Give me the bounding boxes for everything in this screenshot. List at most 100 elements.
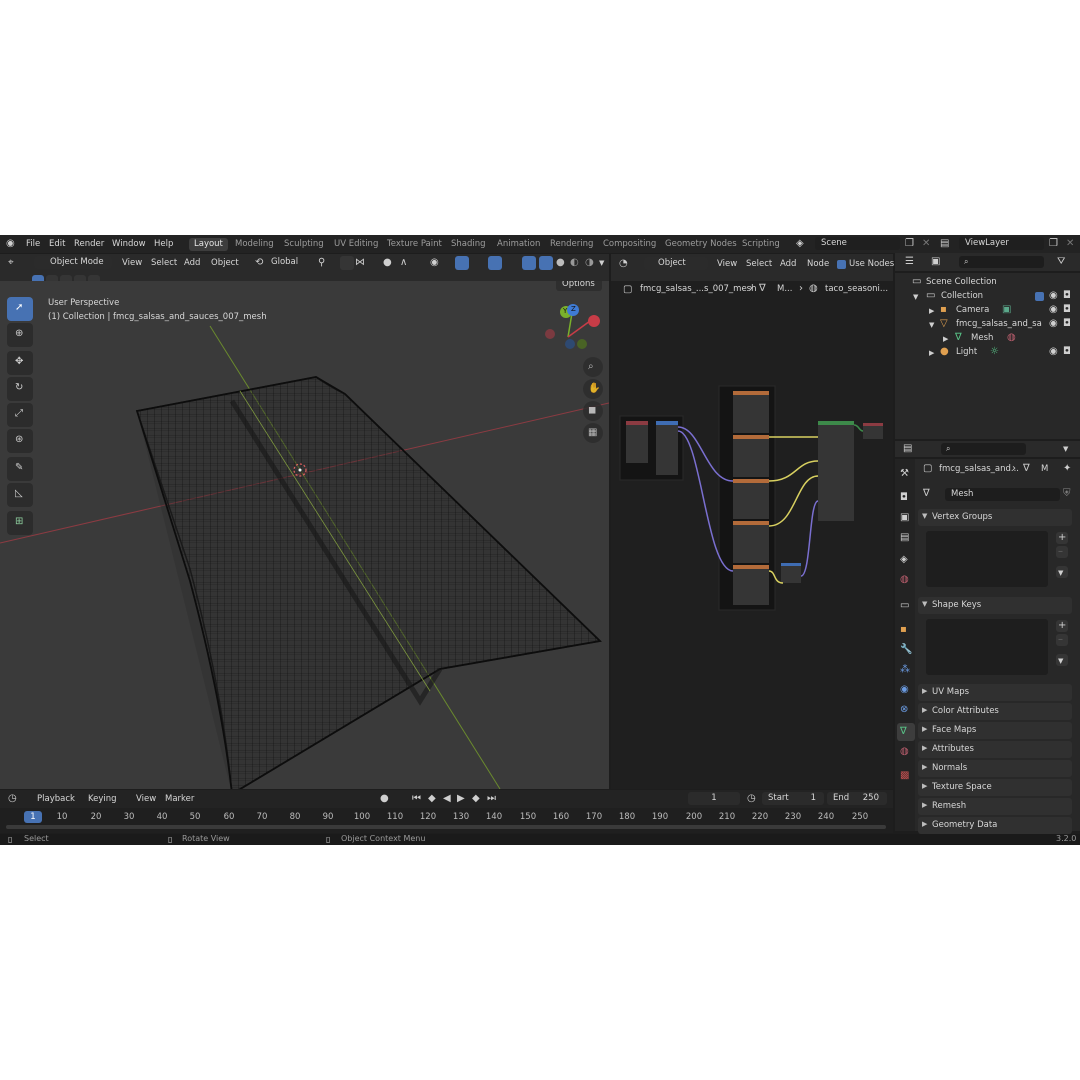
menu-file[interactable]: File (26, 239, 40, 249)
play-icon[interactable]: ▶ (457, 794, 465, 804)
delete-view-layer-icon[interactable]: ✕ (1066, 239, 1074, 249)
select-box-tool[interactable]: ➚ (7, 297, 33, 321)
pin-icon[interactable]: ▢ (623, 285, 632, 295)
blender-logo-icon[interactable]: ◉ (6, 239, 15, 249)
outliner-item-camera[interactable]: Camera (956, 305, 989, 315)
scene-collection-label[interactable]: Scene Collection (926, 277, 997, 287)
add-cube-tool[interactable]: ⊞ (7, 511, 33, 535)
delete-scene-icon[interactable]: ✕ (922, 239, 930, 249)
add-vertex-group-button[interactable]: + (1056, 532, 1068, 544)
panel-vertex-groups[interactable]: ▼ Vertex Groups (918, 509, 1072, 526)
play-reverse-icon[interactable]: ◀ (443, 794, 451, 804)
node-menu-select[interactable]: Select (746, 259, 772, 269)
expand-arrow-icon[interactable]: ▶ (943, 334, 948, 344)
editor-type-icon[interactable]: ⌖ (8, 258, 14, 268)
render-camera-icon[interactable]: ◘ (1063, 291, 1071, 301)
menu-window[interactable]: Window (112, 239, 146, 249)
outliner-item-mesh-object[interactable]: fmcg_salsas_and_sa (956, 319, 1042, 329)
vertex-group-menu-button[interactable]: ▼ (1056, 566, 1068, 578)
visibility-icon[interactable]: ◉ (430, 258, 439, 268)
menu-render[interactable]: Render (74, 239, 104, 249)
timeline-menu-marker[interactable]: Marker (165, 794, 194, 804)
options-dropdown[interactable]: Options (556, 281, 602, 291)
tab-sculpting[interactable]: Sculpting (279, 238, 329, 251)
falloff-icon[interactable]: ∧ (400, 258, 407, 268)
next-keyframe-icon[interactable]: ◆ (472, 794, 480, 804)
constraints-tab-icon[interactable]: ⊗ (900, 705, 908, 715)
move-tool[interactable]: ✥ (7, 351, 33, 375)
tab-texture-paint[interactable]: Texture Paint (382, 238, 447, 251)
node-object-dropdown[interactable]: Object (644, 257, 708, 270)
xray-toggle[interactable] (522, 256, 536, 270)
node-menu-node[interactable]: Node (807, 259, 829, 269)
remove-shape-key-button[interactable]: – (1056, 634, 1068, 646)
material-tab-icon[interactable]: ◍ (900, 747, 909, 757)
node-editor-type-icon[interactable]: ◔ (619, 259, 628, 269)
cursor-tool[interactable]: ⊕ (7, 323, 33, 347)
scale-tool[interactable]: ⤢ (7, 403, 33, 427)
panel-uv-maps[interactable]: ▶ UV Maps (918, 684, 1072, 701)
jump-start-icon[interactable]: ⏮ (412, 794, 421, 804)
jump-end-icon[interactable]: ⏭ (487, 794, 496, 804)
scene-field[interactable]: Scene (815, 237, 900, 250)
timeline-scrollbar[interactable] (6, 825, 886, 829)
tab-uv-editing[interactable]: UV Editing (329, 238, 383, 251)
new-scene-icon[interactable]: ❐ (905, 239, 914, 249)
timeline-menu-view[interactable]: View (136, 794, 156, 804)
panel-geometry-data[interactable]: ▶ Geometry Data (918, 817, 1072, 834)
annotate-tool[interactable]: ✎ (7, 457, 33, 481)
pivot-icon[interactable]: ⚲ (318, 258, 325, 268)
panel-color-attributes[interactable]: ▶ Color Attributes (918, 703, 1072, 720)
prev-keyframe-icon[interactable]: ◆ (428, 794, 436, 804)
rotate-tool[interactable]: ↻ (7, 377, 33, 401)
chevron-down-icon[interactable]: ▼ (1063, 444, 1068, 454)
menu-help[interactable]: Help (154, 239, 173, 249)
panel-attributes[interactable]: ▶ Attributes (918, 741, 1072, 758)
node-menu-add[interactable]: Add (780, 259, 796, 269)
snap-toggle[interactable] (340, 256, 354, 270)
output-tab-icon[interactable]: ▣ (900, 513, 909, 523)
measure-tool[interactable]: ◺ (7, 483, 33, 507)
modifier-tab-icon[interactable]: 🔧 (900, 645, 912, 655)
physics-tab-icon[interactable]: ◉ (900, 685, 909, 695)
shape-keys-list[interactable] (926, 619, 1048, 675)
panel-face-maps[interactable]: ▶ Face Maps (918, 722, 1072, 739)
viewport-menu-object[interactable]: Object (211, 258, 239, 268)
eye-icon[interactable]: ◉ (1049, 347, 1058, 357)
mesh-data-tab-icon[interactable]: ∇ (900, 727, 907, 737)
shader-node-editor[interactable]: ▢ fmcg_salsas_...s_007_mesh › ∇ M... › ◍… (611, 281, 893, 789)
material-shading-icon[interactable]: ◐ (570, 258, 579, 268)
tab-compositing[interactable]: Compositing (598, 238, 661, 251)
tab-shading[interactable]: Shading (446, 238, 491, 251)
pan-button[interactable]: ✋ (583, 379, 603, 399)
object-tab-icon[interactable]: ▪ (900, 625, 907, 635)
gizmo-toggle[interactable] (455, 256, 469, 270)
properties-type-icon[interactable]: ▤ (903, 444, 912, 454)
stopwatch-icon[interactable]: ◷ (747, 794, 756, 804)
wireframe-shading-button[interactable] (539, 256, 553, 270)
zoom-button[interactable]: ⌕ (583, 357, 603, 377)
overlay-toggle[interactable] (488, 256, 502, 270)
view-layer-field[interactable]: ViewLayer (959, 237, 1044, 250)
expand-arrow-icon[interactable]: ▼ (929, 320, 934, 330)
tab-modeling[interactable]: Modeling (230, 238, 279, 251)
panel-normals[interactable]: ▶ Normals (918, 760, 1072, 777)
viewport-menu-add[interactable]: Add (184, 258, 200, 268)
proportional-edit-icon[interactable]: ● (383, 258, 392, 268)
render-camera-icon[interactable]: ◘ (1063, 347, 1071, 357)
timeline-menu-playback[interactable]: Playback (37, 794, 75, 804)
expand-arrow-icon[interactable]: ▼ (913, 292, 918, 302)
panel-texture-space[interactable]: ▶ Texture Space (918, 779, 1072, 796)
texture-tab-icon[interactable]: ▩ (900, 771, 909, 781)
scene-icon[interactable]: ◈ (796, 239, 804, 249)
tab-scripting[interactable]: Scripting (737, 238, 785, 251)
start-frame-field[interactable]: Start 1 (762, 792, 824, 805)
collection-label[interactable]: Collection (941, 291, 983, 301)
scene-tab-icon[interactable]: ◈ (900, 555, 908, 565)
menu-edit[interactable]: Edit (49, 239, 65, 249)
transform-orientation-dropdown[interactable]: Global (265, 256, 311, 269)
panel-remesh[interactable]: ▶ Remesh (918, 798, 1072, 815)
eye-icon[interactable]: ◉ (1049, 305, 1058, 315)
view-layer-icon[interactable]: ▤ (940, 239, 949, 249)
viewport-menu-select[interactable]: Select (151, 258, 177, 268)
